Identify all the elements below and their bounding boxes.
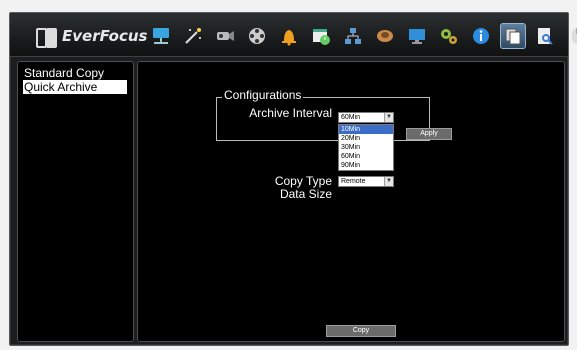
copy-type-value: Remote <box>341 178 366 185</box>
user-network-icon[interactable] <box>340 23 366 49</box>
schedule-icon[interactable] <box>308 23 334 49</box>
brand-name: EverFocus <box>62 27 148 45</box>
dropdown-option[interactable]: 20Min <box>339 134 393 143</box>
chevron-down-icon: ▼ <box>384 113 393 122</box>
sidebar-menu: Standard Copy Quick Archive <box>17 61 134 342</box>
dropdown-option[interactable]: 60Min <box>339 152 393 161</box>
network-icon[interactable] <box>148 23 174 49</box>
app-window: EverFocus Standard Copy Quick Archive Co… <box>9 12 577 346</box>
mouse-icon[interactable] <box>564 23 577 49</box>
wand-icon[interactable] <box>180 23 206 49</box>
copy-type-label: Copy Type <box>274 174 332 188</box>
configurations-legend: Configurations <box>222 88 304 102</box>
dropdown-option[interactable]: 10Min <box>339 125 393 134</box>
copy-button[interactable]: Copy <box>326 325 396 337</box>
archive-interval-label: Archive Interval <box>249 106 332 120</box>
hdd-icon[interactable] <box>372 23 398 49</box>
film-reel-icon[interactable] <box>244 23 270 49</box>
monitor-icon[interactable] <box>404 23 430 49</box>
search-file-icon[interactable] <box>532 23 558 49</box>
bell-icon[interactable] <box>276 23 302 49</box>
sidebar-item-standard-copy[interactable]: Standard Copy <box>23 66 127 80</box>
copy-type-select[interactable]: Remote ▼ <box>338 176 394 187</box>
archive-interval-dropdown[interactable]: 10Min 20Min 30Min 60Min 90Min <box>338 124 394 171</box>
gears-icon[interactable] <box>436 23 462 49</box>
info-icon[interactable] <box>468 23 494 49</box>
dropdown-option[interactable]: 30Min <box>339 143 393 152</box>
icon-toolbar <box>148 21 577 51</box>
archive-interval-select[interactable]: 60Min ▼ <box>338 112 394 123</box>
archive-interval-value: 60Min <box>341 114 361 121</box>
apply-button[interactable]: Apply <box>406 128 452 140</box>
camera-icon[interactable] <box>212 23 238 49</box>
everfocus-logo-icon <box>36 26 57 48</box>
copy-icon[interactable] <box>500 23 526 49</box>
dropdown-option[interactable]: 90Min <box>339 161 393 170</box>
brand-logo: EverFocus <box>36 25 148 48</box>
main-panel: Configurations Archive Interval 60Min ▼ … <box>137 61 565 342</box>
data-size-label: Data Size <box>279 187 332 201</box>
sidebar-item-quick-archive[interactable]: Quick Archive <box>23 80 127 94</box>
chevron-down-icon: ▼ <box>384 177 393 186</box>
top-toolbar: EverFocus <box>10 13 577 57</box>
